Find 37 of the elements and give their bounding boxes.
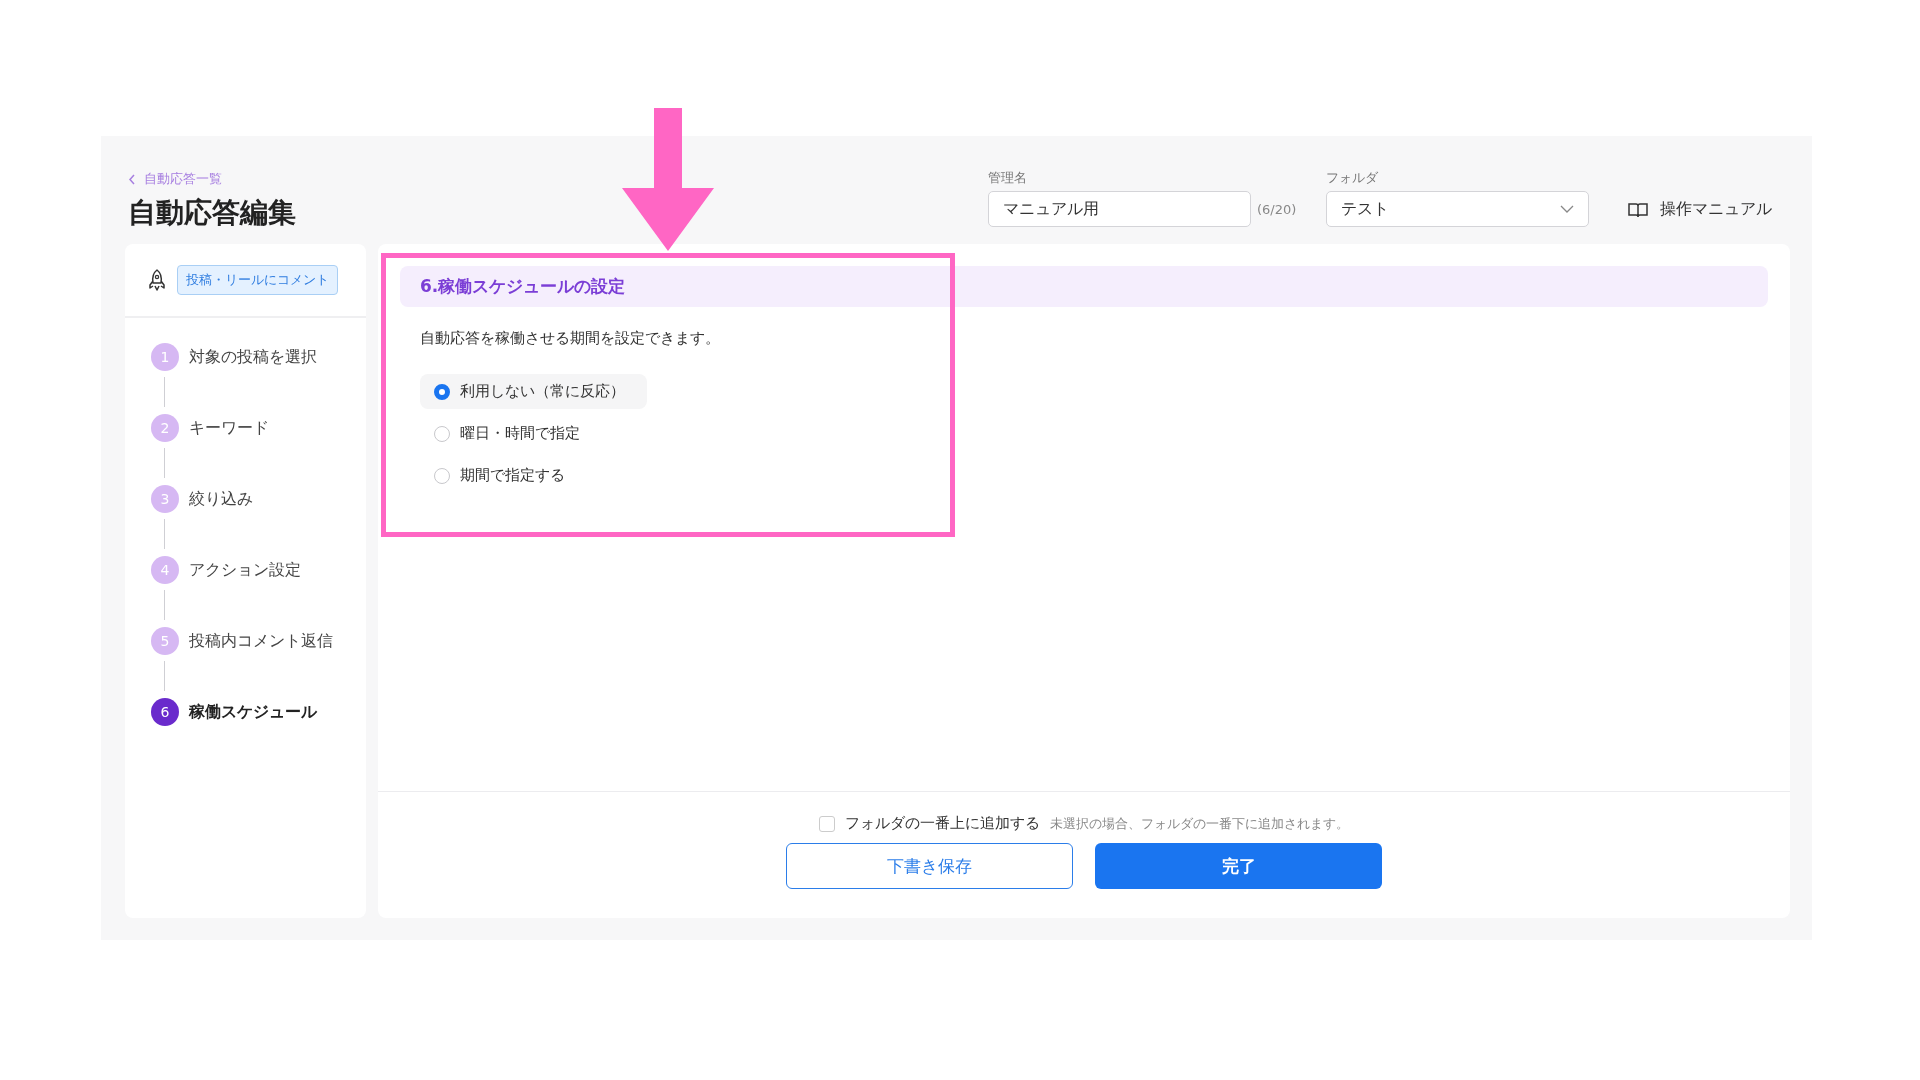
radio-option[interactable]: 曜日・時間で指定 (420, 416, 602, 451)
radio-button[interactable] (434, 467, 450, 484)
step-link[interactable]: 投稿内コメント返信 (189, 630, 333, 652)
character-count: (6/20) (1257, 201, 1297, 217)
step-link[interactable]: 対象の投稿を選択 (189, 346, 317, 368)
book-icon (1628, 201, 1649, 218)
back-chevron-icon (128, 173, 136, 185)
chevron-down-icon (1560, 205, 1575, 213)
section-title: 6.稼働スケジュールの設定 (400, 266, 1768, 307)
save-draft-button[interactable]: 下書き保存 (786, 843, 1073, 889)
checkbox[interactable] (819, 815, 835, 832)
page-title: 自動応答編集 (128, 195, 297, 231)
name-input-field[interactable]: マニュアル用 (988, 191, 1251, 227)
checkbox-label[interactable]: フォルダの一番上に追加する (845, 814, 1040, 833)
radio-button[interactable] (434, 425, 450, 442)
step-link[interactable]: 絞り込み (189, 488, 253, 510)
step-number: 3 (151, 485, 179, 513)
step-link[interactable]: アクション設定 (189, 559, 301, 581)
step-number: 5 (151, 627, 179, 655)
step-number: 1 (151, 343, 179, 371)
field-label: 管理名 (988, 169, 1028, 187)
radio-option[interactable]: 期間で指定する (420, 458, 587, 493)
complete-button[interactable]: 完了 (1095, 843, 1382, 889)
field-label: フォルダ (1326, 169, 1380, 187)
step-link[interactable]: 稼働スケジュール (189, 701, 317, 723)
radio-option[interactable]: 利用しない（常に反応） (420, 374, 647, 409)
rocket-icon (147, 268, 167, 292)
trigger-tag: 投稿・リールにコメント (177, 265, 338, 295)
hint-text: 未選択の場合、フォルダの一番下に追加されます。 (1050, 814, 1349, 833)
step-number: 2 (151, 414, 179, 442)
section-description: 自動応答を稼働させる期間を設定できます。 (420, 329, 721, 348)
folder-select[interactable]: テスト (1326, 191, 1590, 227)
manual-link[interactable]: 操作マニュアル (1628, 199, 1773, 220)
radio-button[interactable] (434, 383, 450, 400)
step-number: 4 (151, 556, 179, 584)
step-number: 6 (151, 698, 179, 726)
step-link[interactable]: キーワード (189, 417, 269, 439)
